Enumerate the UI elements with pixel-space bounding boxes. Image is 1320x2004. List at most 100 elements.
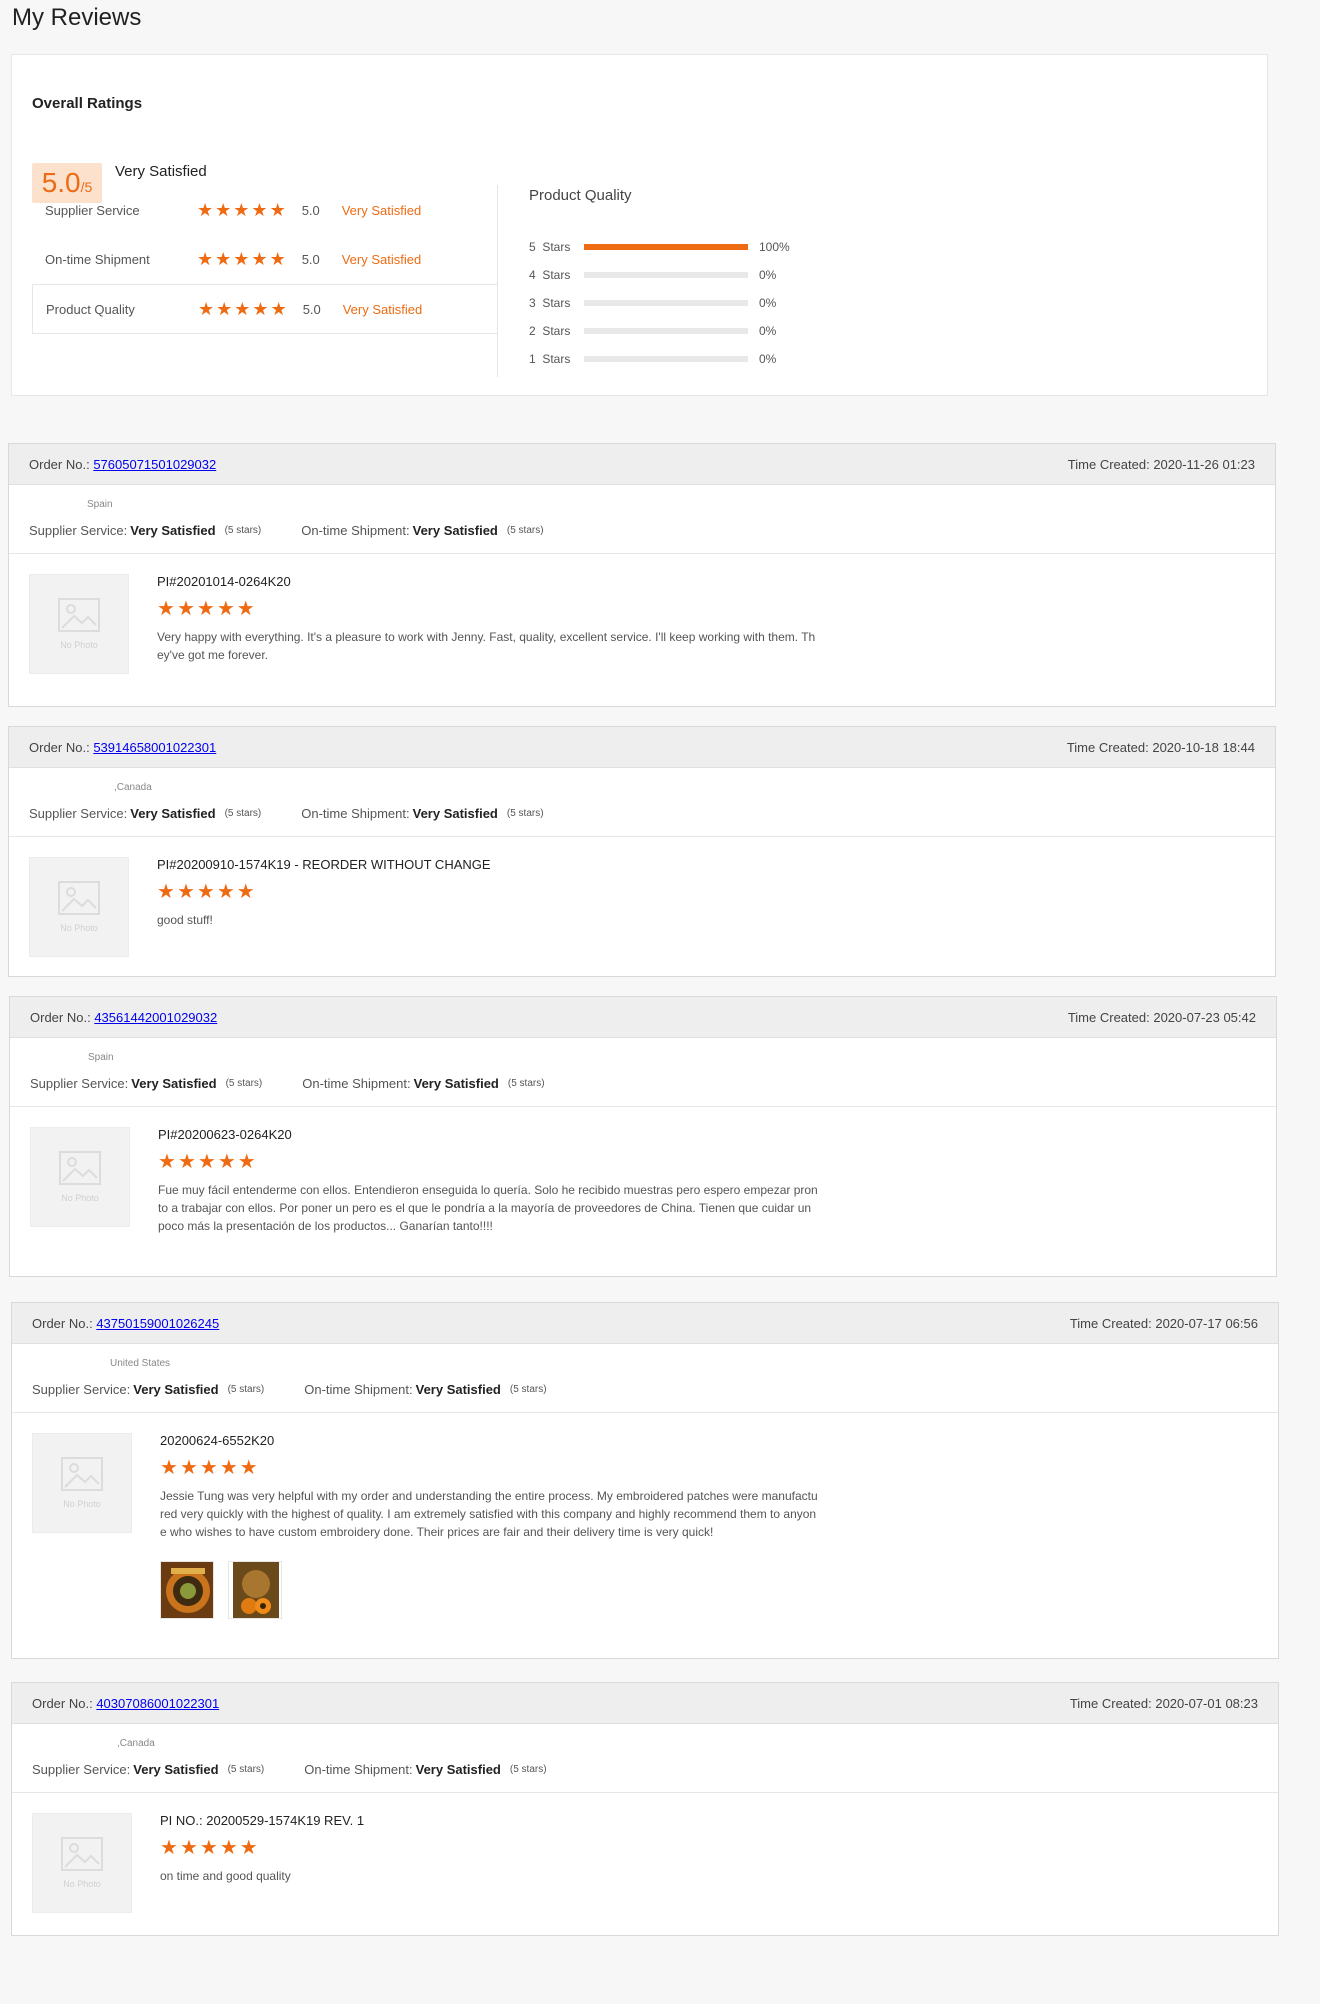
- review-photo-thumbnail[interactable]: [228, 1561, 282, 1619]
- order-header: Order No.: 40307086001022301 Time Create…: [12, 1683, 1278, 1724]
- distribution-percent: 0%: [759, 352, 777, 366]
- order-meta: ,Canada Supplier Service: Very Satisfied(…: [9, 768, 1275, 837]
- distribution-row: 1 Stars 0%: [529, 345, 790, 373]
- supplier-service-value: Very Satisfied: [133, 1382, 219, 1397]
- order-review: No Photo PI NO.: 20200529-1574K19 REV. 1…: [12, 1793, 1278, 1913]
- time-created-value: 2020-07-17 06:56: [1155, 1315, 1258, 1331]
- order-review: No Photo PI#20200910-1574K19 - REORDER W…: [9, 837, 1275, 957]
- rating-value: 5.0: [301, 251, 320, 267]
- product-photo-placeholder[interactable]: No Photo: [30, 1127, 130, 1227]
- review-title: 20200624-6552K20: [160, 1433, 275, 1448]
- star-icon: ★: [251, 200, 268, 220]
- star-rating: ★ ★ ★ ★ ★: [197, 250, 286, 268]
- on-time-shipment-stars: (5 stars): [506, 525, 544, 536]
- distribution-percent: 0%: [759, 324, 777, 338]
- supplier-service-value: Very Satisfied: [130, 806, 216, 821]
- time-created: Time Created: 2020-07-17 06:56: [1070, 1316, 1258, 1331]
- image-placeholder-icon: [58, 881, 100, 915]
- product-photo-placeholder[interactable]: No Photo: [29, 574, 129, 674]
- review-text: Very happy with everything. It's a pleas…: [157, 630, 816, 662]
- order-card: Order No.: 43750159001026245 Time Create…: [11, 1302, 1279, 1659]
- review-text: Jessie Tung was very helpful with my ord…: [160, 1489, 818, 1539]
- star-icon: ★: [179, 1457, 198, 1479]
- distribution-fill: [584, 244, 748, 250]
- no-photo-text: No Photo: [63, 1879, 101, 1889]
- review-text: good stuff!: [157, 913, 213, 927]
- time-created: Time Created: 2020-10-18 18:44: [1067, 740, 1255, 755]
- star-icon: ★: [215, 200, 232, 220]
- distribution-label: 2 Stars: [529, 324, 571, 338]
- review-star-rating: ★ ★ ★ ★ ★: [160, 1838, 258, 1858]
- distribution-percent: 0%: [759, 268, 777, 282]
- order-number-link[interactable]: 43561442001029032: [94, 1010, 217, 1025]
- star-icon: ★: [251, 249, 268, 269]
- buyer-country: Spain: [88, 1052, 114, 1063]
- time-created-label: Time Created:: [1069, 1695, 1152, 1711]
- no-photo-text: No Photo: [61, 1193, 99, 1203]
- order-number: Order No.: 53914658001022301: [29, 740, 216, 755]
- order-number: Order No.: 43750159001026245: [32, 1316, 219, 1331]
- distribution-bar: [584, 272, 748, 278]
- star-icon: ★: [216, 598, 235, 620]
- on-time-shipment-stars: (5 stars): [509, 1384, 547, 1395]
- order-ratings-line: Supplier Service: Very Satisfied (5 stars)…: [30, 1076, 545, 1091]
- rating-value: 5.0: [301, 202, 320, 218]
- product-photo-placeholder[interactable]: No Photo: [32, 1433, 132, 1533]
- star-icon: ★: [219, 1457, 238, 1479]
- order-number-label: Order No.:: [32, 1695, 93, 1711]
- distribution-row: 2 Stars 0%: [529, 317, 790, 345]
- star-icon: ★: [239, 1837, 258, 1859]
- star-icon: ★: [157, 598, 175, 620]
- distribution-percent: 100%: [759, 240, 790, 254]
- order-number-link[interactable]: 43750159001026245: [96, 1316, 219, 1331]
- product-photo-placeholder[interactable]: No Photo: [29, 857, 129, 957]
- review-text: on time and good quality: [160, 1869, 291, 1883]
- on-time-shipment-label: On-time Shipment:: [301, 523, 410, 538]
- review-star-rating: ★ ★ ★ ★ ★: [157, 882, 255, 902]
- no-photo-text: No Photo: [60, 640, 98, 650]
- distribution-label: 1 Stars: [529, 352, 571, 366]
- order-header: Order No.: 57605071501029032 Time Create…: [9, 444, 1275, 485]
- image-placeholder-icon: [59, 1151, 101, 1185]
- rating-value: 5.0: [302, 301, 321, 317]
- product-quality-title: Product Quality: [529, 187, 632, 204]
- star-icon: ★: [199, 1457, 218, 1479]
- rating-row-supplier-service[interactable]: Supplier Service ★ ★ ★ ★ ★ 5.0 Very Satisfie…: [32, 185, 497, 235]
- star-icon: ★: [239, 1457, 258, 1479]
- supplier-service-label: Supplier Service:: [29, 806, 128, 821]
- review-star-rating: ★ ★ ★ ★ ★: [160, 1458, 258, 1478]
- distribution-label: 4 Stars: [529, 268, 571, 282]
- order-header: Order No.: 43750159001026245 Time Create…: [12, 1303, 1278, 1344]
- star-icon: ★: [215, 249, 232, 269]
- rating-label: On-time Shipment: [45, 251, 150, 267]
- star-icon: ★: [233, 200, 250, 220]
- order-number-label: Order No.:: [30, 1009, 91, 1025]
- supplier-service-value: Very Satisfied: [131, 1076, 217, 1091]
- review-content: PI#20201014-0264K20 ★ ★ ★ ★ ★ Very happy wit…: [157, 574, 817, 664]
- star-icon: ★: [237, 1151, 256, 1173]
- buyer-country: ,Canada: [117, 1738, 155, 1749]
- image-placeholder-icon: [61, 1457, 103, 1491]
- order-ratings-line: Supplier Service: Very Satisfied (5 stars)…: [29, 523, 544, 538]
- order-number-link[interactable]: 40307086001022301: [96, 1696, 219, 1711]
- review-photos: [160, 1561, 820, 1619]
- rating-row-on-time-shipment[interactable]: On-time Shipment ★ ★ ★ ★ ★ 5.0 Very Satisfie…: [32, 234, 497, 284]
- review-title: PI#20201014-0264K20: [157, 574, 291, 589]
- on-time-shipment-label: On-time Shipment:: [302, 1076, 411, 1091]
- order-header: Order No.: 43561442001029032 Time Create…: [10, 997, 1276, 1038]
- review-content: PI NO.: 20200529-1574K19 REV. 1 ★ ★ ★ ★ ★ on…: [160, 1813, 820, 1885]
- rating-row-product-quality[interactable]: Product Quality ★ ★ ★ ★ ★ 5.0 Very Satisfied: [32, 284, 497, 334]
- on-time-shipment-label: On-time Shipment:: [304, 1382, 413, 1397]
- product-photo-placeholder[interactable]: No Photo: [32, 1813, 132, 1913]
- embroidered-patch-photo: [161, 1562, 213, 1618]
- supplier-service-label: Supplier Service:: [32, 1762, 131, 1777]
- review-photo-thumbnail[interactable]: [160, 1561, 214, 1619]
- overall-ratings-title: Overall Ratings: [32, 95, 143, 112]
- order-number-link[interactable]: 53914658001022301: [93, 740, 216, 755]
- order-number-label: Order No.:: [29, 739, 90, 755]
- order-ratings-line: Supplier Service: Very Satisfied (5 stars)…: [32, 1762, 547, 1777]
- rating-breakdown: Supplier Service ★ ★ ★ ★ ★ 5.0 Very Satisfie…: [32, 185, 498, 377]
- image-placeholder-icon: [58, 598, 100, 632]
- order-number-link[interactable]: 57605071501029032: [93, 457, 216, 472]
- time-created-value: 2020-07-23 05:42: [1153, 1009, 1256, 1025]
